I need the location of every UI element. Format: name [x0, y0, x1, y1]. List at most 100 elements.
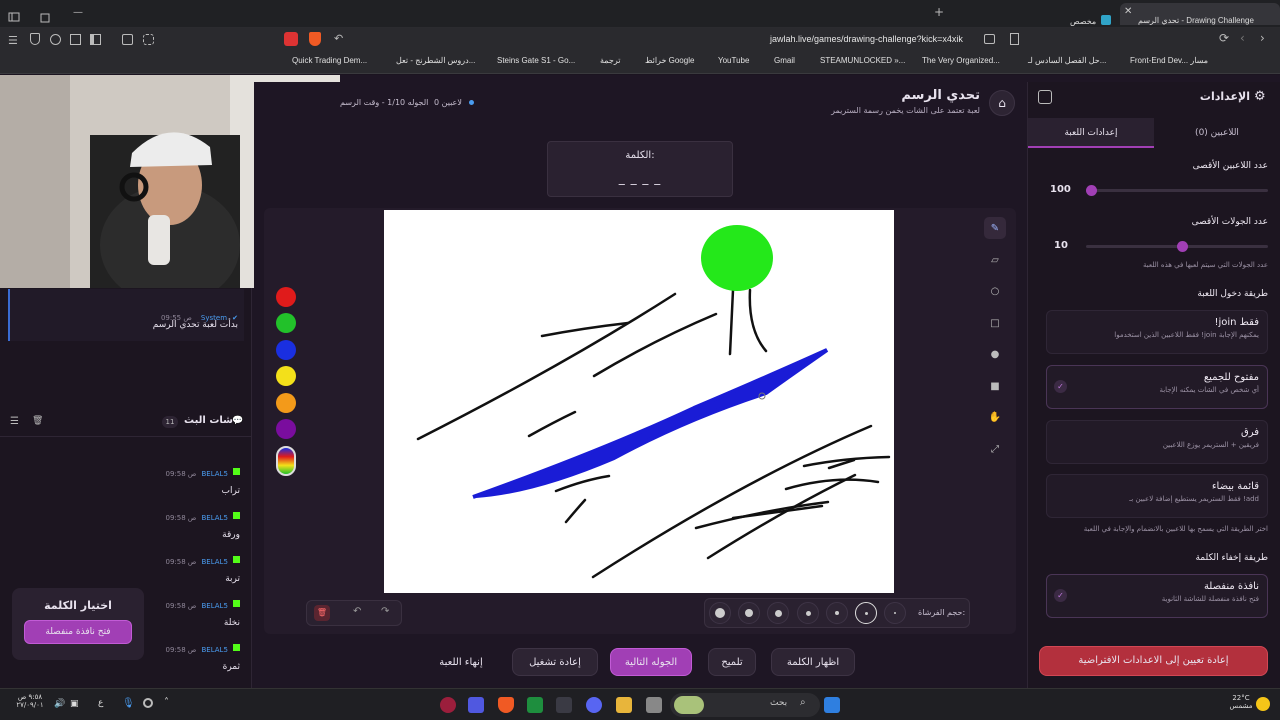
bookmark-item[interactable]: Quick Trading Dem... [292, 56, 367, 65]
weather-widget[interactable]: 22°C مشمس [1226, 694, 1256, 710]
store-icon[interactable] [556, 697, 572, 713]
bookmark-item[interactable]: دروس الشطرنج - تعل... [396, 56, 475, 65]
windows-start-icon[interactable] [824, 697, 840, 713]
brush-size-option[interactable] [826, 602, 848, 624]
tab-players[interactable]: اللاعبين (0) [1154, 118, 1280, 148]
brush-size-option[interactable] [855, 602, 877, 624]
redo-icon[interactable]: ↷ [381, 606, 389, 617]
eraser-icon[interactable]: ▱ [984, 249, 1006, 271]
custom-color-picker[interactable] [276, 446, 296, 476]
new-tab-icon[interactable]: + [934, 5, 944, 19]
color-swatch-purple[interactable] [276, 419, 296, 439]
hint-button[interactable]: تلميح [708, 648, 756, 676]
fill-circle-icon[interactable]: ● [984, 343, 1006, 365]
minimize-icon[interactable]: — [73, 7, 83, 18]
taskbar-app-icon[interactable] [440, 697, 456, 713]
join-option-open[interactable]: مفتوح للجميع أي شخص في الشات يمكنه الإجا… [1046, 365, 1268, 409]
brush-size-option[interactable] [767, 602, 789, 624]
sidebar-icon[interactable] [90, 34, 101, 45]
drawing-canvas[interactable] [384, 210, 894, 593]
brave-shield-icon[interactable] [309, 32, 321, 46]
hide-option-window[interactable]: نافذة منفصلة فتح نافذة منفصلة للشاشة الث… [1046, 574, 1268, 618]
discord-icon[interactable] [586, 697, 602, 713]
bookmark-item[interactable]: STEAMUNLOCKED »... [820, 56, 905, 65]
bookmark-item[interactable]: ترجمة [600, 56, 621, 65]
square-icon[interactable]: □ [984, 312, 1006, 334]
tray-app-icon[interactable] [143, 698, 153, 708]
volume-icon[interactable]: 🔊 [54, 699, 65, 709]
sidebar-toggle-icon[interactable] [8, 8, 20, 22]
color-swatch-red[interactable] [276, 287, 296, 307]
end-game-button[interactable]: إنهاء اللعبة [428, 648, 494, 676]
line-icon[interactable]: ⤢ [984, 438, 1006, 460]
tab-active[interactable]: تحدي الرسم - Drawing Challenge [1120, 3, 1280, 25]
bookmark-item[interactable]: خرائط Google [645, 56, 694, 65]
forward-icon[interactable]: ‹ [1240, 31, 1245, 45]
lang-indicator[interactable]: ع [98, 698, 103, 708]
folder-icon[interactable] [616, 697, 632, 713]
color-swatch-yellow[interactable] [276, 366, 296, 386]
brush-size-option[interactable] [797, 602, 819, 624]
restart-button[interactable]: إعادة تشغيل [512, 648, 598, 676]
collapse-panel-icon[interactable] [1038, 90, 1052, 104]
color-swatch-blue[interactable] [276, 340, 296, 360]
site-settings-icon[interactable] [984, 34, 995, 44]
page-subtitle: لعبة تعتمد على الشات يخمن رسمة الستريمر [831, 106, 980, 115]
xbox-icon[interactable] [527, 697, 543, 713]
circle-icon[interactable]: ○ [984, 280, 1006, 302]
filter-icon[interactable]: ☰ [10, 416, 19, 427]
close-tab-icon[interactable]: ✕ [1124, 6, 1132, 17]
reload-icon[interactable]: ⟳ [1219, 31, 1229, 45]
back-icon[interactable]: › [1260, 31, 1265, 45]
clear-canvas-button[interactable]: 🗑 [314, 605, 330, 621]
trash-icon[interactable]: 🗑 [32, 416, 43, 426]
brush-size-option[interactable] [709, 602, 731, 624]
color-swatch-orange[interactable] [276, 393, 296, 413]
join-option-join-only[interactable]: !join فقط فقط اللاعبين الذين استخدموا !j… [1046, 310, 1268, 354]
next-round-button[interactable]: الجوله التالية [610, 648, 692, 676]
mic-icon[interactable]: 🎙 [122, 698, 135, 709]
brush-size-option[interactable] [884, 602, 906, 624]
reset-defaults-button[interactable]: إعادة تعيين إلى الاعدادات الافتراضية [1039, 646, 1268, 676]
url-text[interactable]: jawlah.live/games/drawing-challenge?kick… [770, 34, 963, 44]
join-option-whitelist[interactable]: قائمة بيضاء فقط الستريمر يستطيع إضافة لا… [1046, 474, 1268, 518]
history-icon[interactable] [50, 34, 61, 45]
bookmark-item[interactable]: The Very Organized... [922, 56, 1000, 65]
taskbar-search[interactable]: بحث ⌕ [670, 693, 820, 717]
bookmark-item[interactable]: Gmail [774, 56, 795, 65]
bookmark-icon[interactable] [1010, 33, 1019, 45]
menu-icon[interactable]: ☰ [8, 34, 18, 47]
color-swatch-green[interactable] [276, 313, 296, 333]
shield-icon[interactable] [30, 33, 40, 45]
pencil-icon[interactable]: ✎ [984, 217, 1006, 239]
teams-icon[interactable] [468, 697, 484, 713]
max-rounds-slider[interactable] [1086, 241, 1268, 252]
extensions-icon[interactable] [143, 34, 154, 45]
tab-game-settings[interactable]: إعدادات اللعبة [1028, 118, 1154, 148]
window-icon[interactable] [646, 697, 662, 713]
screenshot-icon[interactable] [122, 34, 133, 45]
chat-user: BELAL5 [201, 514, 228, 522]
extension-badge-icon[interactable] [284, 32, 298, 46]
kick-badge-icon [233, 600, 240, 607]
reader-icon[interactable] [70, 34, 81, 45]
open-window-button[interactable]: فتح نافذة منفصلة [24, 620, 132, 644]
brush-size-option[interactable] [738, 602, 760, 624]
undo-icon[interactable]: ↶ [353, 606, 361, 617]
bookmark-item[interactable]: YouTube [718, 56, 749, 65]
reveal-word-button[interactable]: اظهار الكلمة [771, 648, 855, 676]
brave-icon[interactable] [498, 697, 514, 713]
reload-tab-icon[interactable]: ↶ [334, 32, 343, 45]
max-players-slider[interactable] [1086, 185, 1268, 196]
hand-icon[interactable]: ✋ [984, 406, 1006, 428]
home-button[interactable]: ⌂ [989, 90, 1015, 116]
bookmark-item[interactable]: حل الفصل السادس لـ... [1028, 56, 1106, 65]
chevron-up-icon[interactable]: ˄ [164, 697, 169, 708]
tab-inactive[interactable]: مخصص [1070, 9, 1112, 28]
network-icon[interactable]: ▣ [70, 699, 79, 709]
bookmark-item[interactable]: Front-End Dev... مسار [1130, 56, 1208, 65]
join-option-teams[interactable]: فرق فريقين + الستريمر يوزع اللاعبين [1046, 420, 1268, 464]
settings-menu-icon[interactable] [40, 8, 50, 27]
fill-square-icon[interactable]: ■ [984, 375, 1006, 397]
bookmark-item[interactable]: Steins Gate S1 - Go... [497, 56, 575, 65]
